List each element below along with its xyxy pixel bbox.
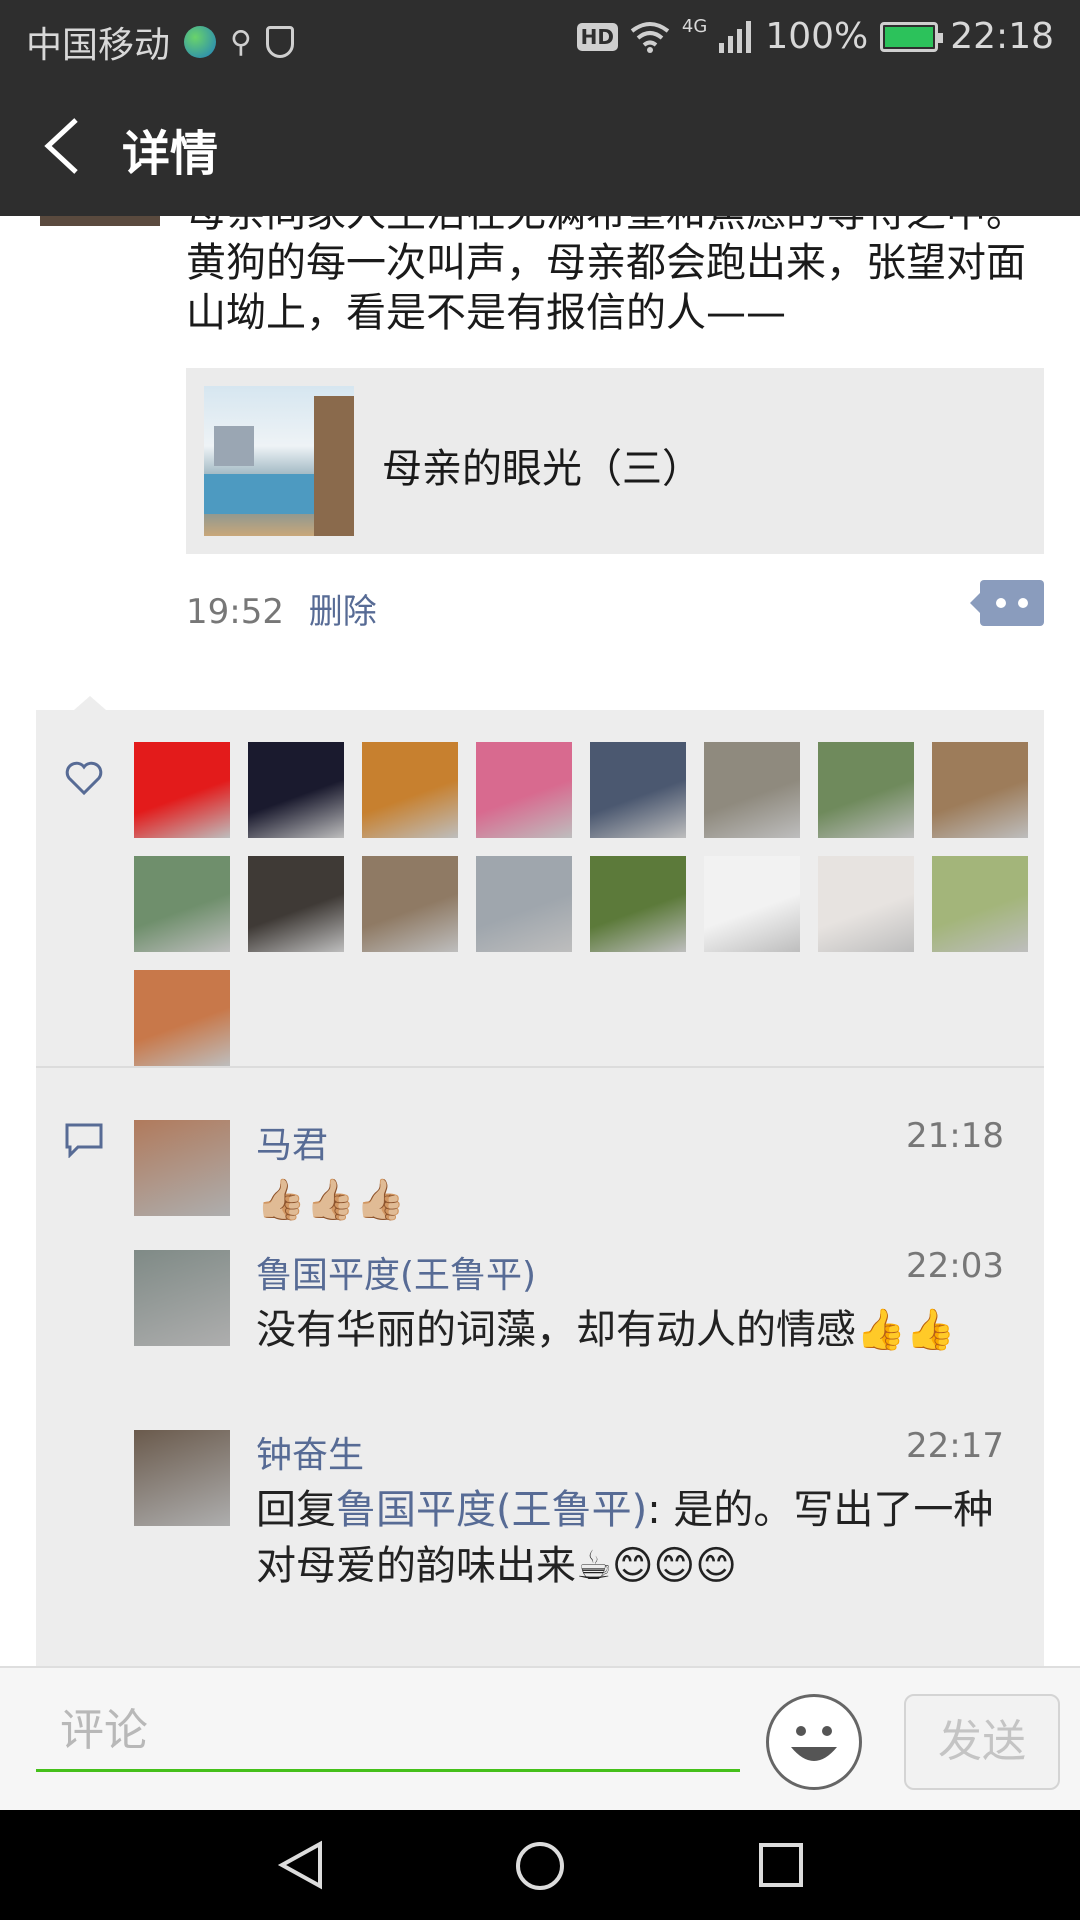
like-avatar[interactable] <box>932 742 1028 838</box>
like-avatar[interactable] <box>590 856 686 952</box>
like-avatar[interactable] <box>362 856 458 952</box>
post-time: 19:52 <box>186 592 284 632</box>
comment-avatar[interactable] <box>134 1430 230 1526</box>
page-title: 详情 <box>122 126 219 182</box>
carrier-label: 中国移动 <box>26 25 171 66</box>
post-detail: 母亲同家人生活在无满希望和焦虑的等待之中。黄狗的每一次叫声，母亲都会跑出来，张望… <box>0 216 1080 1666</box>
link-card[interactable]: 母亲的眼光（三） <box>186 368 1044 554</box>
likes-grid <box>134 742 1034 1066</box>
status-right: HD 4G 100% 22:18 <box>576 16 1054 57</box>
like-avatar[interactable] <box>248 742 344 838</box>
like-avatar[interactable] <box>818 742 914 838</box>
hd-badge: HD <box>576 22 618 51</box>
comment-time: 22:17 <box>906 1426 1004 1466</box>
like-avatar[interactable] <box>818 856 914 952</box>
status-bar: 中国移动 ⚲ HD 4G 100% 22:18 <box>0 0 1080 76</box>
comment-text: 没有华丽的词藻，却有动人的情感👍👍 <box>256 1307 956 1353</box>
comment-author[interactable]: 鲁国平度(王鲁平) <box>256 1246 536 1298</box>
comment-author[interactable]: 马君 <box>256 1116 328 1168</box>
nav-recents-icon[interactable] <box>758 1842 804 1888</box>
shield-icon <box>266 26 294 58</box>
like-avatar[interactable] <box>476 742 572 838</box>
more-dots-icon <box>996 598 1006 608</box>
comment-author[interactable]: 钟奋生 <box>256 1426 364 1478</box>
post-text: 母亲同家人生活在无满希望和焦虑的等待之中。黄狗的每一次叫声，母亲都会跑出来，张望… <box>186 216 1026 336</box>
status-left: 中国移动 ⚲ <box>26 16 294 68</box>
reply-target[interactable]: 鲁国平度(王鲁平) <box>336 1487 647 1533</box>
link-title: 母亲的眼光（三） <box>382 446 702 492</box>
author-avatar[interactable] <box>40 216 160 226</box>
more-button[interactable] <box>970 580 1044 626</box>
comment-avatar[interactable] <box>134 1250 230 1346</box>
heart-icon <box>65 761 103 796</box>
comment-text: 👍🏼👍🏼👍🏼 <box>256 1177 406 1223</box>
panel-divider <box>36 1066 1044 1068</box>
like-avatar[interactable] <box>134 742 230 838</box>
comment-bubble-icon <box>65 1123 103 1158</box>
back-button[interactable] <box>36 112 92 180</box>
title-bar: 详情 <box>0 76 1080 216</box>
delete-link[interactable]: 删除 <box>309 592 377 632</box>
comment-bar: 发送 <box>0 1666 1080 1810</box>
globe-icon <box>184 26 217 58</box>
comment-input[interactable] <box>36 1692 740 1772</box>
nav-back-icon[interactable] <box>276 1840 326 1890</box>
system-nav-bar <box>0 1810 1080 1920</box>
wifi-icon <box>630 21 670 53</box>
chevron-left-icon <box>44 118 78 174</box>
comment-text: 回复鲁国平度(王鲁平): 是的。写出了一种对母爱的韵味出来☕😊😊😊 <box>256 1482 996 1594</box>
comment-time: 22:03 <box>906 1246 1004 1286</box>
comment-avatar[interactable] <box>134 1120 230 1216</box>
like-avatar[interactable] <box>362 742 458 838</box>
nav-home-icon[interactable] <box>514 1840 566 1892</box>
signal-icon <box>719 20 753 53</box>
usb-icon: ⚲ <box>230 24 252 60</box>
comment-time: 21:18 <box>906 1116 1004 1156</box>
like-avatar[interactable] <box>704 742 800 838</box>
like-avatar[interactable] <box>932 856 1028 952</box>
battery-percent: 100% <box>765 16 869 57</box>
emoji-button[interactable] <box>766 1694 862 1790</box>
like-avatar[interactable] <box>704 856 800 952</box>
battery-fill <box>885 26 934 47</box>
clock: 22:18 <box>950 16 1054 57</box>
send-button[interactable]: 发送 <box>904 1694 1060 1790</box>
like-avatar[interactable] <box>476 856 572 952</box>
likes-comments-panel: 马君 21:18 👍🏼👍🏼👍🏼 鲁国平度(王鲁平) 22:03 没有华丽的词藻，… <box>36 696 1044 1666</box>
like-avatar[interactable] <box>590 742 686 838</box>
post-meta: 19:52 删除 <box>186 584 377 633</box>
like-avatar[interactable] <box>248 856 344 952</box>
network-type-label: 4G <box>681 16 708 37</box>
like-avatar[interactable] <box>134 970 230 1066</box>
reply-label: 回复 <box>256 1487 336 1533</box>
link-thumbnail <box>204 386 354 536</box>
smiley-icon <box>791 1726 837 1761</box>
like-avatar[interactable] <box>134 856 230 952</box>
battery-icon <box>880 21 944 52</box>
